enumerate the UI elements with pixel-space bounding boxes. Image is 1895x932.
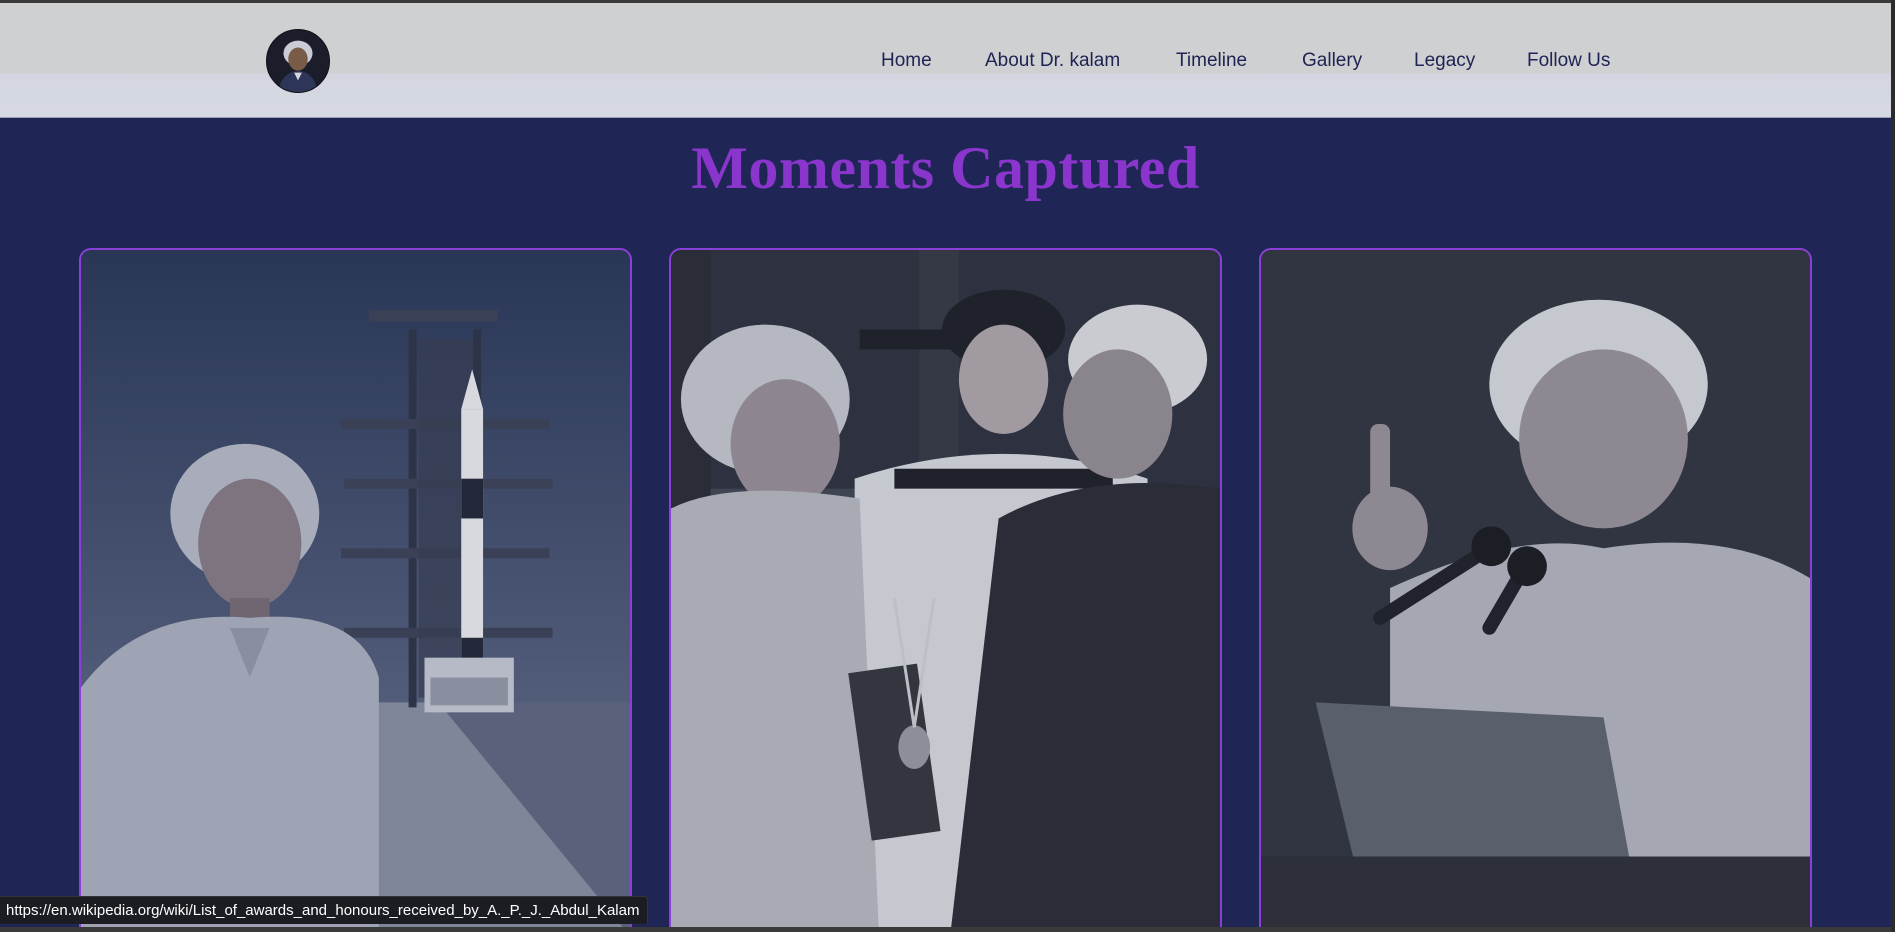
window-edge [1891, 0, 1895, 932]
gallery-card-award[interactable] [669, 248, 1222, 927]
nav-link-home[interactable]: Home [881, 50, 932, 72]
rocket-launch-photo [81, 250, 630, 927]
gallery-title: Moments Captured [691, 135, 1200, 201]
nav-link-timeline[interactable]: Timeline [1176, 50, 1247, 72]
nav-link-follow-us[interactable]: Follow Us [1527, 50, 1610, 72]
navbar: Home About Dr. kalam Timeline Gallery Le… [0, 3, 1891, 118]
award-ceremony-photo [671, 250, 1220, 927]
speech-podium-photo [1261, 250, 1810, 927]
browser-status-bar: https://en.wikipedia.org/wiki/List_of_aw… [0, 896, 649, 924]
nav-link-legacy[interactable]: Legacy [1414, 50, 1475, 72]
nav-link-about[interactable]: About Dr. kalam [985, 50, 1120, 72]
nav-menu: Home About Dr. kalam Timeline Gallery Le… [0, 50, 1891, 80]
nav-link-gallery[interactable]: Gallery [1302, 50, 1362, 72]
gallery-card-rocket[interactable] [79, 248, 632, 927]
page-viewport: Home About Dr. kalam Timeline Gallery Le… [0, 3, 1891, 927]
gallery-card-speech[interactable] [1259, 248, 1812, 927]
